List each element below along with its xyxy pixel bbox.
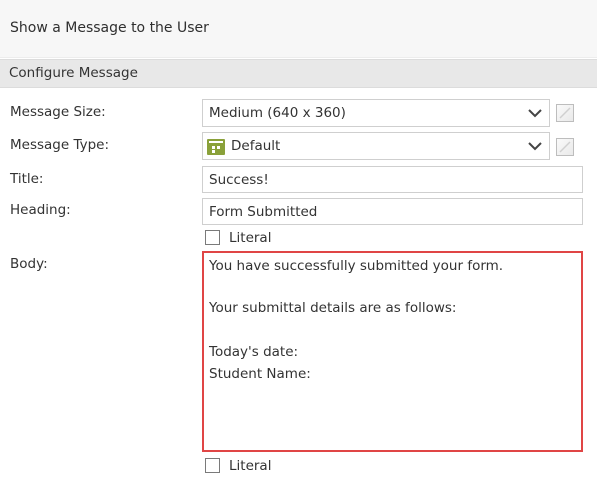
message-type-value: Default [231, 138, 281, 154]
message-size-value: Medium (640 x 360) [209, 105, 346, 121]
chevron-down-icon [528, 109, 542, 118]
body-textarea[interactable]: You have successfully submitted your for… [202, 251, 583, 452]
heading-literal-label: Literal [229, 230, 272, 246]
body-line: Today's date: [209, 344, 299, 360]
body-line: You have successfully submitted your for… [209, 258, 504, 274]
heading-label: Heading: [10, 202, 71, 218]
body-literal-checkbox[interactable] [205, 458, 220, 473]
message-size-select[interactable]: Medium (640 x 360) [202, 99, 550, 127]
heading-input[interactable]: Form Submitted [202, 198, 583, 225]
section-header-configure-message: Configure Message [0, 59, 597, 88]
message-size-edit-toggle[interactable] [556, 104, 574, 122]
body-label: Body: [10, 256, 48, 272]
heading-literal-checkbox[interactable] [205, 230, 220, 245]
heading-value: Form Submitted [209, 204, 318, 220]
body-literal-label: Literal [229, 458, 272, 474]
dialog-header: Show a Message to the User [0, 0, 597, 58]
message-type-edit-toggle[interactable] [556, 138, 574, 156]
message-type-label: Message Type: [10, 137, 110, 153]
body-line: Your submittal details are as follows: [209, 300, 457, 316]
dialog-title: Show a Message to the User [10, 20, 209, 36]
message-size-label: Message Size: [10, 104, 106, 120]
section-title: Configure Message [9, 65, 138, 81]
title-value: Success! [209, 172, 269, 188]
title-input[interactable]: Success! [202, 166, 583, 193]
edit-square-icon [559, 141, 571, 153]
calendar-grid-icon [207, 139, 225, 155]
title-label: Title: [10, 171, 44, 187]
edit-square-icon [559, 107, 571, 119]
body-line: Student Name: [209, 366, 311, 382]
message-type-select[interactable]: Default [202, 132, 550, 160]
chevron-down-icon [528, 142, 542, 151]
